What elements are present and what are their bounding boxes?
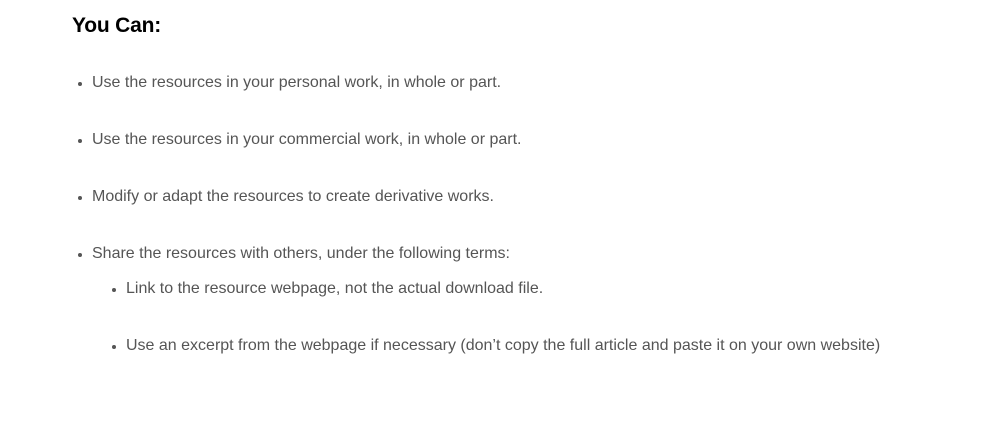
list-item: Share the resources with others, under t… [78, 244, 510, 264]
list-item-text: Use the resources in your commercial wor… [92, 131, 522, 148]
list-item-text: Share the resources with others, under t… [92, 245, 510, 262]
list-item-text: Use the resources in your personal work,… [92, 74, 502, 91]
bullet-icon [112, 345, 116, 349]
bullet-icon [78, 82, 82, 86]
sub-list-item-text: Link to the resource webpage, not the ac… [126, 280, 544, 297]
list-item: Modify or adapt the resources to create … [78, 187, 494, 207]
sub-list-item: Link to the resource webpage, not the ac… [112, 279, 544, 299]
bullet-icon [78, 253, 82, 257]
bullet-icon [112, 288, 116, 292]
sub-list-item-text: Use an excerpt from the webpage if neces… [126, 337, 881, 354]
sub-list-item: Use an excerpt from the webpage if neces… [112, 336, 881, 356]
bullet-icon [78, 139, 82, 143]
list-item: Use the resources in your commercial wor… [78, 130, 522, 150]
bullet-icon [78, 196, 82, 200]
list-item-text: Modify or adapt the resources to create … [92, 188, 494, 205]
section-heading: You Can: [72, 14, 162, 37]
list-item: Use the resources in your personal work,… [78, 73, 502, 93]
permissions-section: You Can: Use the resources in your perso… [72, 12, 972, 354]
